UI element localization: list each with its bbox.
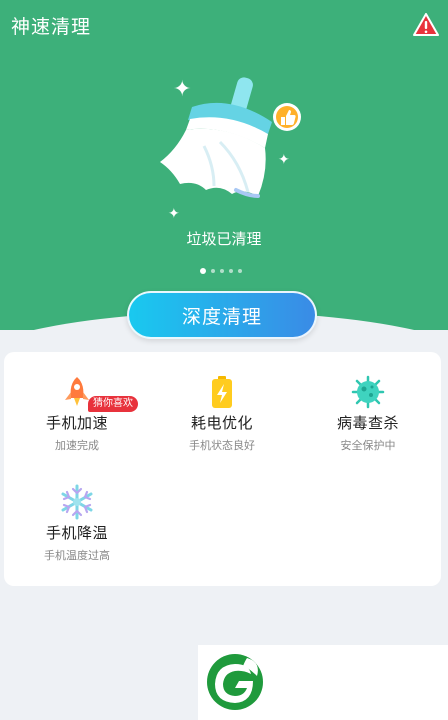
- pager-dot[interactable]: [238, 269, 242, 273]
- feature-name: 耗电优化: [190, 414, 253, 432]
- deep-clean-button[interactable]: 深度清理: [127, 291, 317, 339]
- sparkle-icon: ✦: [168, 206, 180, 222]
- sparkle-icon: ✦: [173, 77, 192, 102]
- virus-icon: [350, 374, 386, 410]
- feature-status: 安全保护中: [340, 439, 396, 452]
- pager-dot[interactable]: [200, 268, 206, 274]
- broom-icon: ✦ ✦ ✦: [150, 72, 310, 222]
- feature-speed-up[interactable]: 手机加速 加速完成 猜你喜欢: [4, 374, 150, 453]
- snowflake-icon: [59, 484, 95, 520]
- feature-cool-down[interactable]: 手机降温 手机温度过高: [4, 484, 150, 563]
- clean-status-text: 垃圾已清理: [186, 230, 262, 248]
- feature-name: 手机加速: [45, 414, 108, 432]
- ad-banner[interactable]: [198, 645, 448, 720]
- warning-icon[interactable]: [413, 13, 439, 37]
- features-card: 手机加速 加速完成 猜你喜欢 耗电优化 手机状态良好 病毒查杀 安全保护中 手机…: [4, 352, 441, 586]
- feature-status: 手机状态良好: [189, 439, 255, 452]
- recommend-badge: 猜你喜欢: [88, 396, 138, 412]
- feature-status: 手机温度过高: [44, 549, 110, 562]
- feature-name: 手机降温: [45, 524, 108, 542]
- pager-dots: [200, 268, 242, 274]
- feature-status: 加速完成: [55, 439, 99, 452]
- sparkle-icon: ✦: [278, 152, 290, 168]
- feature-antivirus[interactable]: 病毒查杀 安全保护中: [295, 374, 441, 453]
- feature-battery[interactable]: 耗电优化 手机状态良好: [149, 374, 295, 453]
- app-title: 神速清理: [11, 16, 92, 38]
- feature-name: 病毒查杀: [336, 414, 399, 432]
- battery-icon: [204, 374, 240, 410]
- pager-dot[interactable]: [220, 269, 224, 273]
- pager-dot[interactable]: [229, 269, 233, 273]
- pager-dot[interactable]: [211, 269, 215, 273]
- leaf-logo-icon: [205, 652, 265, 712]
- hero-panel: 神速清理 ✦ ✦ ✦ 垃圾已清理: [0, 0, 448, 330]
